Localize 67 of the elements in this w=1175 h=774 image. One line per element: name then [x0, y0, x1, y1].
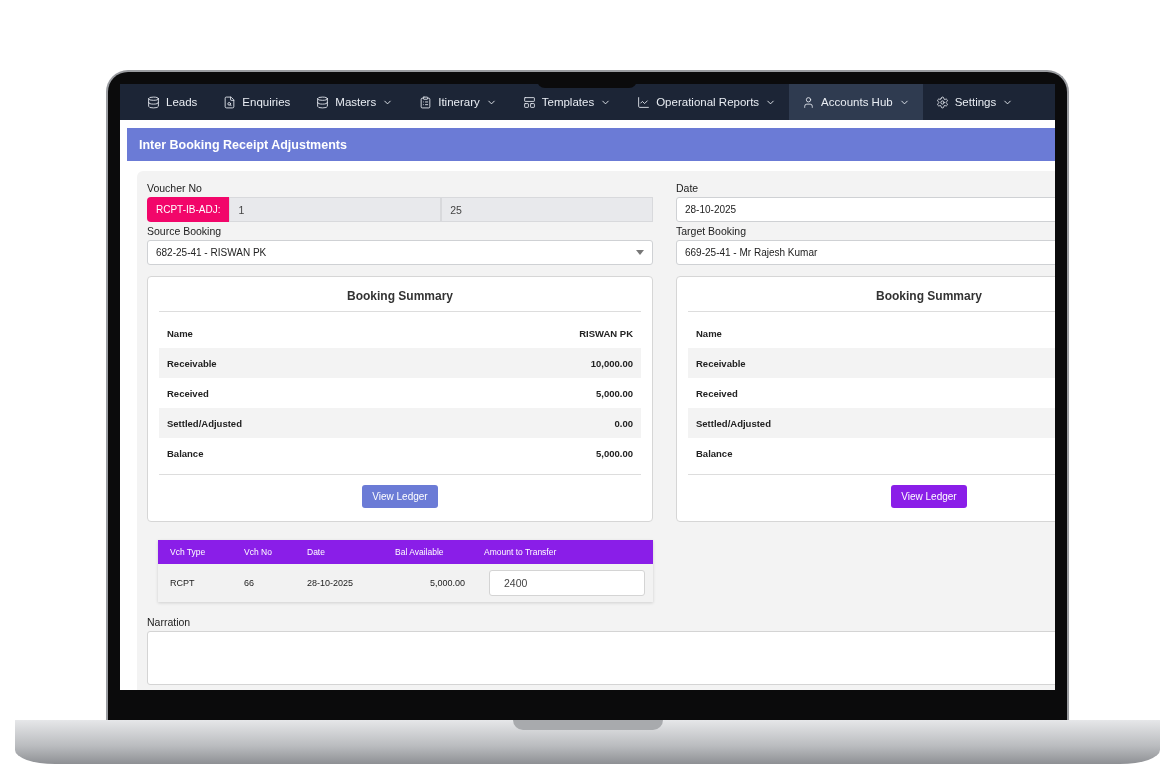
summary-label: Receivable	[167, 357, 217, 369]
summary-label: Received	[167, 387, 209, 399]
nav-item[interactable]: Masters	[303, 84, 407, 120]
layout-icon	[522, 95, 536, 109]
nav-label: Settings	[954, 96, 997, 108]
summary-value: 10,000.00	[590, 357, 633, 369]
clipboard-icon	[419, 95, 433, 109]
table-cell-text: RCPT	[170, 578, 196, 588]
field-label: Voucher No	[147, 182, 203, 194]
nav-label: Operational Reports	[656, 96, 760, 108]
summary-value: 5,000.00	[596, 387, 633, 399]
field-label: Target Booking	[676, 225, 748, 237]
voucher-number-field[interactable]: 1	[229, 197, 442, 222]
nav-item[interactable]: Itinerary	[406, 84, 510, 120]
narration-field[interactable]	[147, 631, 1055, 685]
nav-item[interactable]: Settings	[922, 84, 1027, 120]
table-cell-text: 28-10-2025	[307, 578, 355, 588]
summary-label: Receivable	[696, 357, 746, 369]
settings-icon	[935, 95, 949, 109]
field-label: Date	[676, 182, 700, 194]
date-field[interactable]: 28-10-2025	[676, 197, 1055, 222]
summary-label: Balance	[167, 447, 204, 459]
summary-value: 5,000.00	[596, 447, 633, 459]
nav-item[interactable]: Leads	[134, 84, 211, 120]
summary-value: RISWAN PK	[579, 327, 633, 339]
amount-input-field[interactable]: 2400	[489, 570, 645, 596]
database-icon	[316, 95, 330, 109]
table-cell-text: 5,000.00	[428, 578, 465, 588]
nav-item[interactable]: Operational Reports	[624, 84, 790, 120]
line-chart-icon	[637, 95, 651, 109]
view-ledger-button[interactable]: View Ledger	[891, 485, 967, 508]
summary-label: Name	[167, 327, 193, 339]
summary-label: Settled/Adjusted	[167, 417, 242, 429]
column-header: Vch Type	[170, 547, 207, 557]
column-header: Vch No	[244, 547, 273, 557]
summary-label: Name	[696, 327, 722, 339]
view-ledger-button[interactable]: View Ledger	[362, 485, 438, 508]
panel-title: Inter Booking Receipt Adjustments	[127, 128, 1055, 161]
nav-label: Templates	[541, 96, 595, 108]
voucher-prefix: RCPT-IB-ADJ:	[147, 197, 230, 222]
summary-title: Booking Summary	[159, 277, 641, 312]
voucher-year-field[interactable]: 25	[441, 197, 653, 222]
source-booking-select[interactable]: 682-25-41 - RISWAN PK	[147, 240, 653, 265]
summary-value: 0.00	[614, 417, 633, 429]
target-booking-select[interactable]: 669-25-41 - Mr Rajesh Kumar	[676, 240, 1055, 265]
nav-label: Itinerary	[438, 96, 480, 108]
field-label: Source Booking	[147, 225, 223, 237]
nav-item[interactable]: Enquiries	[210, 84, 304, 120]
nav-label: Accounts Hub	[821, 96, 893, 108]
nav-item[interactable]: Accounts Hub	[789, 84, 923, 120]
table-cell-text: 66	[244, 578, 255, 588]
nav-item[interactable]: Templates	[509, 84, 625, 120]
column-header: Amount to Transfer	[484, 547, 558, 557]
column-header: Date	[307, 547, 326, 557]
nav-label: Masters	[335, 96, 377, 108]
user-icon	[802, 95, 816, 109]
summary-title: Booking Summary	[688, 277, 1055, 312]
summary-label: Settled/Adjusted	[696, 417, 771, 429]
database-icon	[147, 95, 160, 109]
nav-label: Leads	[166, 96, 198, 108]
document-search-icon	[223, 95, 237, 109]
summary-label: Balance	[696, 447, 733, 459]
field-label: Narration	[147, 616, 192, 628]
column-header: Bal Available	[395, 547, 445, 557]
summary-label: Received	[696, 387, 738, 399]
caret-icon	[636, 250, 644, 255]
nav-label: Enquiries	[242, 96, 291, 108]
